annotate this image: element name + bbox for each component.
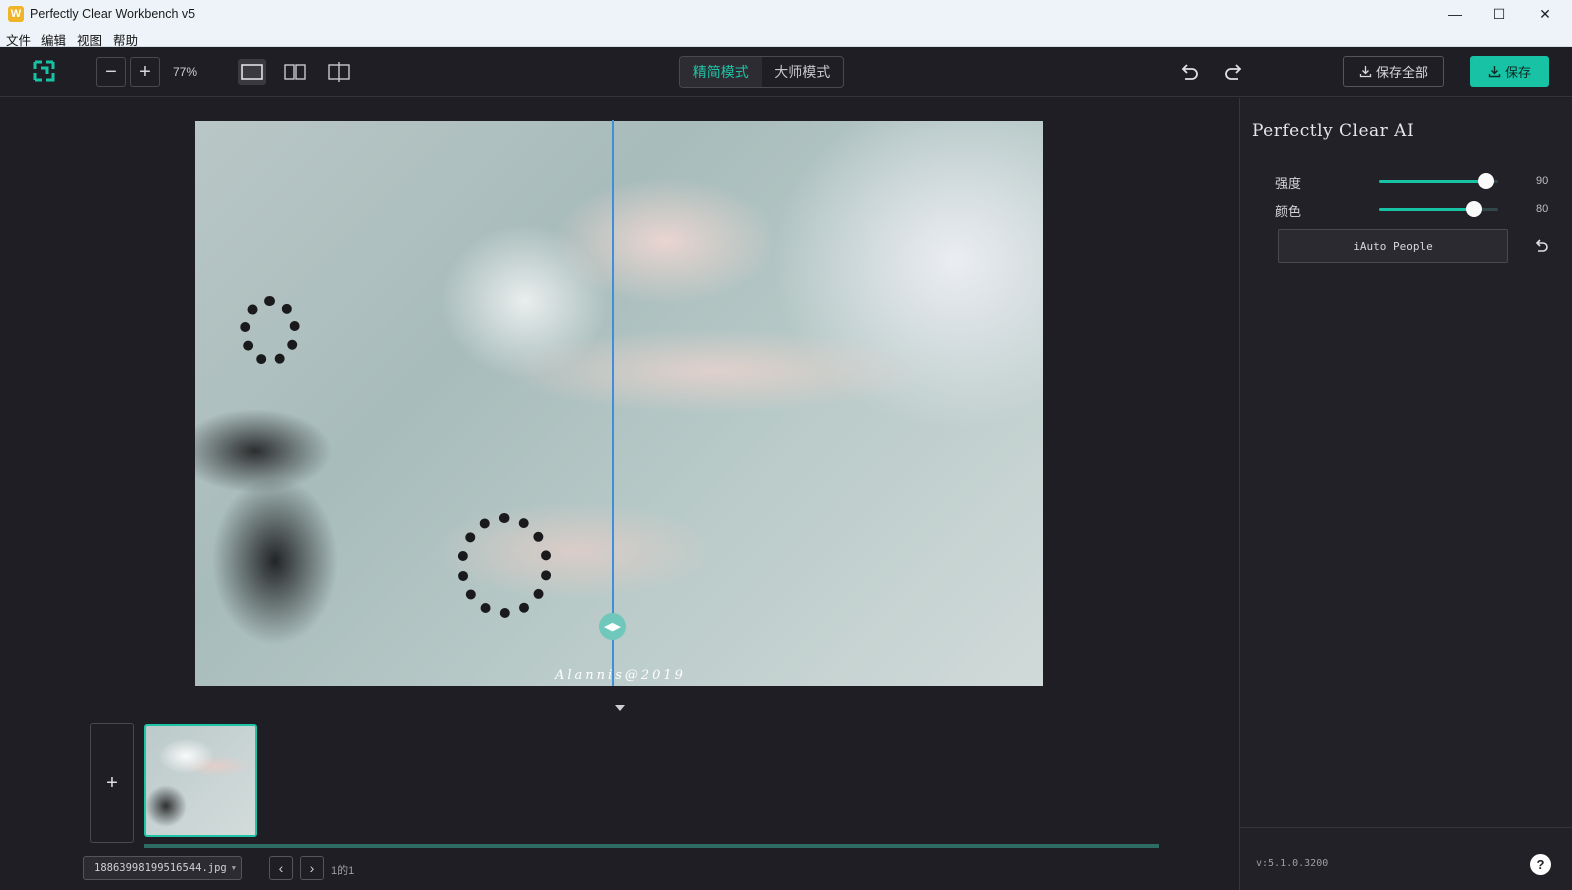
save-label: 保存 — [1504, 65, 1531, 80]
title-bar: W Perfectly Clear Workbench v5 — ☐ ✕ — [0, 0, 1572, 28]
color-slider-thumb[interactable] — [1466, 201, 1483, 217]
split-view-button[interactable] — [325, 59, 353, 85]
preset-button[interactable]: iAuto People — [1278, 229, 1508, 263]
window-title: Perfectly Clear Workbench v5 — [30, 7, 196, 21]
strength-slider-fill — [1379, 180, 1487, 183]
save-all-button[interactable]: 保存全部 — [1343, 56, 1444, 87]
file-name: 18863998199516544.jpg — [94, 862, 227, 874]
compare-divider[interactable] — [612, 120, 614, 686]
mode-simple-tab[interactable]: 精简模式 — [680, 57, 762, 87]
chevron-down-icon: ▼ — [231, 864, 236, 872]
minimize-button[interactable]: — — [1432, 0, 1478, 28]
compare-handle[interactable]: ◀▶ — [599, 613, 626, 640]
filmstrip-progress-bar — [144, 844, 1159, 848]
help-button[interactable]: ? — [1530, 854, 1551, 875]
collapse-filmstrip-icon[interactable] — [615, 705, 625, 711]
strength-label: 强度 — [1275, 176, 1302, 191]
download-icon — [1488, 66, 1501, 78]
zoom-in-button[interactable]: + — [130, 57, 160, 87]
mode-switch: 精简模式 大师模式 — [679, 56, 844, 88]
split-view-icon — [328, 62, 350, 82]
zoom-level: 77% — [173, 65, 198, 79]
app-icon: W — [8, 6, 24, 22]
next-image-button[interactable]: › — [300, 856, 324, 880]
panel-title: Perfectly Clear AI — [1252, 121, 1415, 141]
maximize-button[interactable]: ☐ — [1476, 0, 1522, 28]
reset-icon[interactable] — [1532, 237, 1550, 255]
side-by-side-icon — [284, 64, 306, 80]
download-icon — [1359, 66, 1372, 78]
close-button[interactable]: ✕ — [1522, 0, 1568, 28]
save-button[interactable]: 保存 — [1470, 56, 1549, 87]
mode-master-tab[interactable]: 大师模式 — [762, 57, 844, 87]
add-image-button[interactable]: + — [90, 723, 134, 843]
strength-slider-thumb[interactable] — [1478, 173, 1495, 189]
toolbar: − + 77% 精简模式 大师模式 保存全部 保存 — [0, 47, 1572, 97]
app-logo-icon — [33, 60, 55, 82]
wristband-shape — [240, 296, 300, 366]
adjustments-panel: Perfectly Clear AI 强度 90 颜色 80 iAuto Peo… — [1239, 98, 1572, 890]
side-by-side-view-button[interactable] — [281, 59, 309, 85]
file-select[interactable]: 18863998199516544.jpg ▼ — [83, 856, 242, 880]
wristband-shape — [457, 513, 552, 618]
image-watermark: Alannis@2019 — [555, 668, 686, 683]
color-slider-fill — [1379, 208, 1475, 211]
color-slider[interactable] — [1379, 201, 1498, 217]
save-all-label: 保存全部 — [1375, 65, 1428, 80]
version-label: v:5.1.0.3200 — [1256, 858, 1329, 869]
color-label: 颜色 — [1275, 204, 1302, 219]
zoom-out-button[interactable]: − — [96, 57, 126, 87]
strength-value: 90 — [1536, 175, 1549, 187]
undo-icon[interactable] — [1178, 61, 1200, 83]
single-view-icon — [241, 64, 263, 80]
page-indicator: 1的1 — [331, 865, 355, 877]
redo-icon[interactable] — [1223, 61, 1245, 83]
preview-image[interactable] — [195, 121, 1043, 686]
menu-bar: 文件 编辑 视图 帮助 — [0, 28, 1572, 48]
strength-slider[interactable] — [1379, 173, 1498, 189]
prev-image-button[interactable]: ‹ — [269, 856, 293, 880]
single-view-button[interactable] — [238, 59, 266, 85]
panel-divider — [1240, 827, 1572, 828]
image-thumbnail[interactable] — [144, 724, 257, 837]
color-value: 80 — [1536, 203, 1549, 215]
